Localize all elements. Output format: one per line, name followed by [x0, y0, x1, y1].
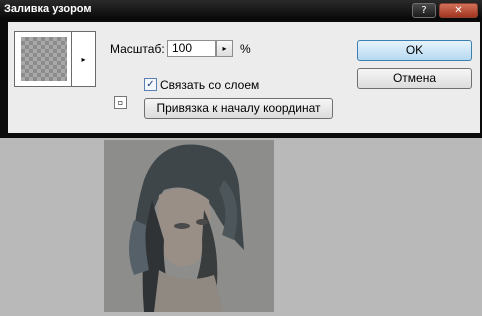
close-button[interactable]: ✕ [439, 3, 478, 18]
title-bar[interactable]: Заливка узором ? ✕ [0, 0, 482, 20]
scale-input[interactable]: 100 [167, 40, 216, 57]
scale-unit: % [240, 42, 251, 56]
new-preset-icon[interactable]: ▫ [114, 96, 127, 109]
link-with-layer-checkbox[interactable]: ✓ [144, 78, 157, 91]
pattern-swatch[interactable] [14, 31, 72, 87]
snap-to-origin-button[interactable]: Привязка к началу координат [144, 98, 333, 119]
link-with-layer-label[interactable]: Связать со слоем [160, 78, 259, 92]
dialog-title: Заливка узором [4, 3, 92, 15]
scale-slider-arrow-icon[interactable]: ▸ [216, 40, 233, 57]
help-button[interactable]: ? [412, 3, 436, 18]
ok-button[interactable]: OK [357, 40, 472, 61]
transparent-pattern-preview [21, 37, 67, 81]
scale-label: Масштаб: [110, 42, 165, 56]
photo-image [104, 140, 274, 312]
document-photo [104, 140, 274, 312]
cancel-button[interactable]: Отмена [357, 68, 472, 89]
pattern-picker-arrow-icon[interactable]: ▸ [72, 31, 96, 87]
